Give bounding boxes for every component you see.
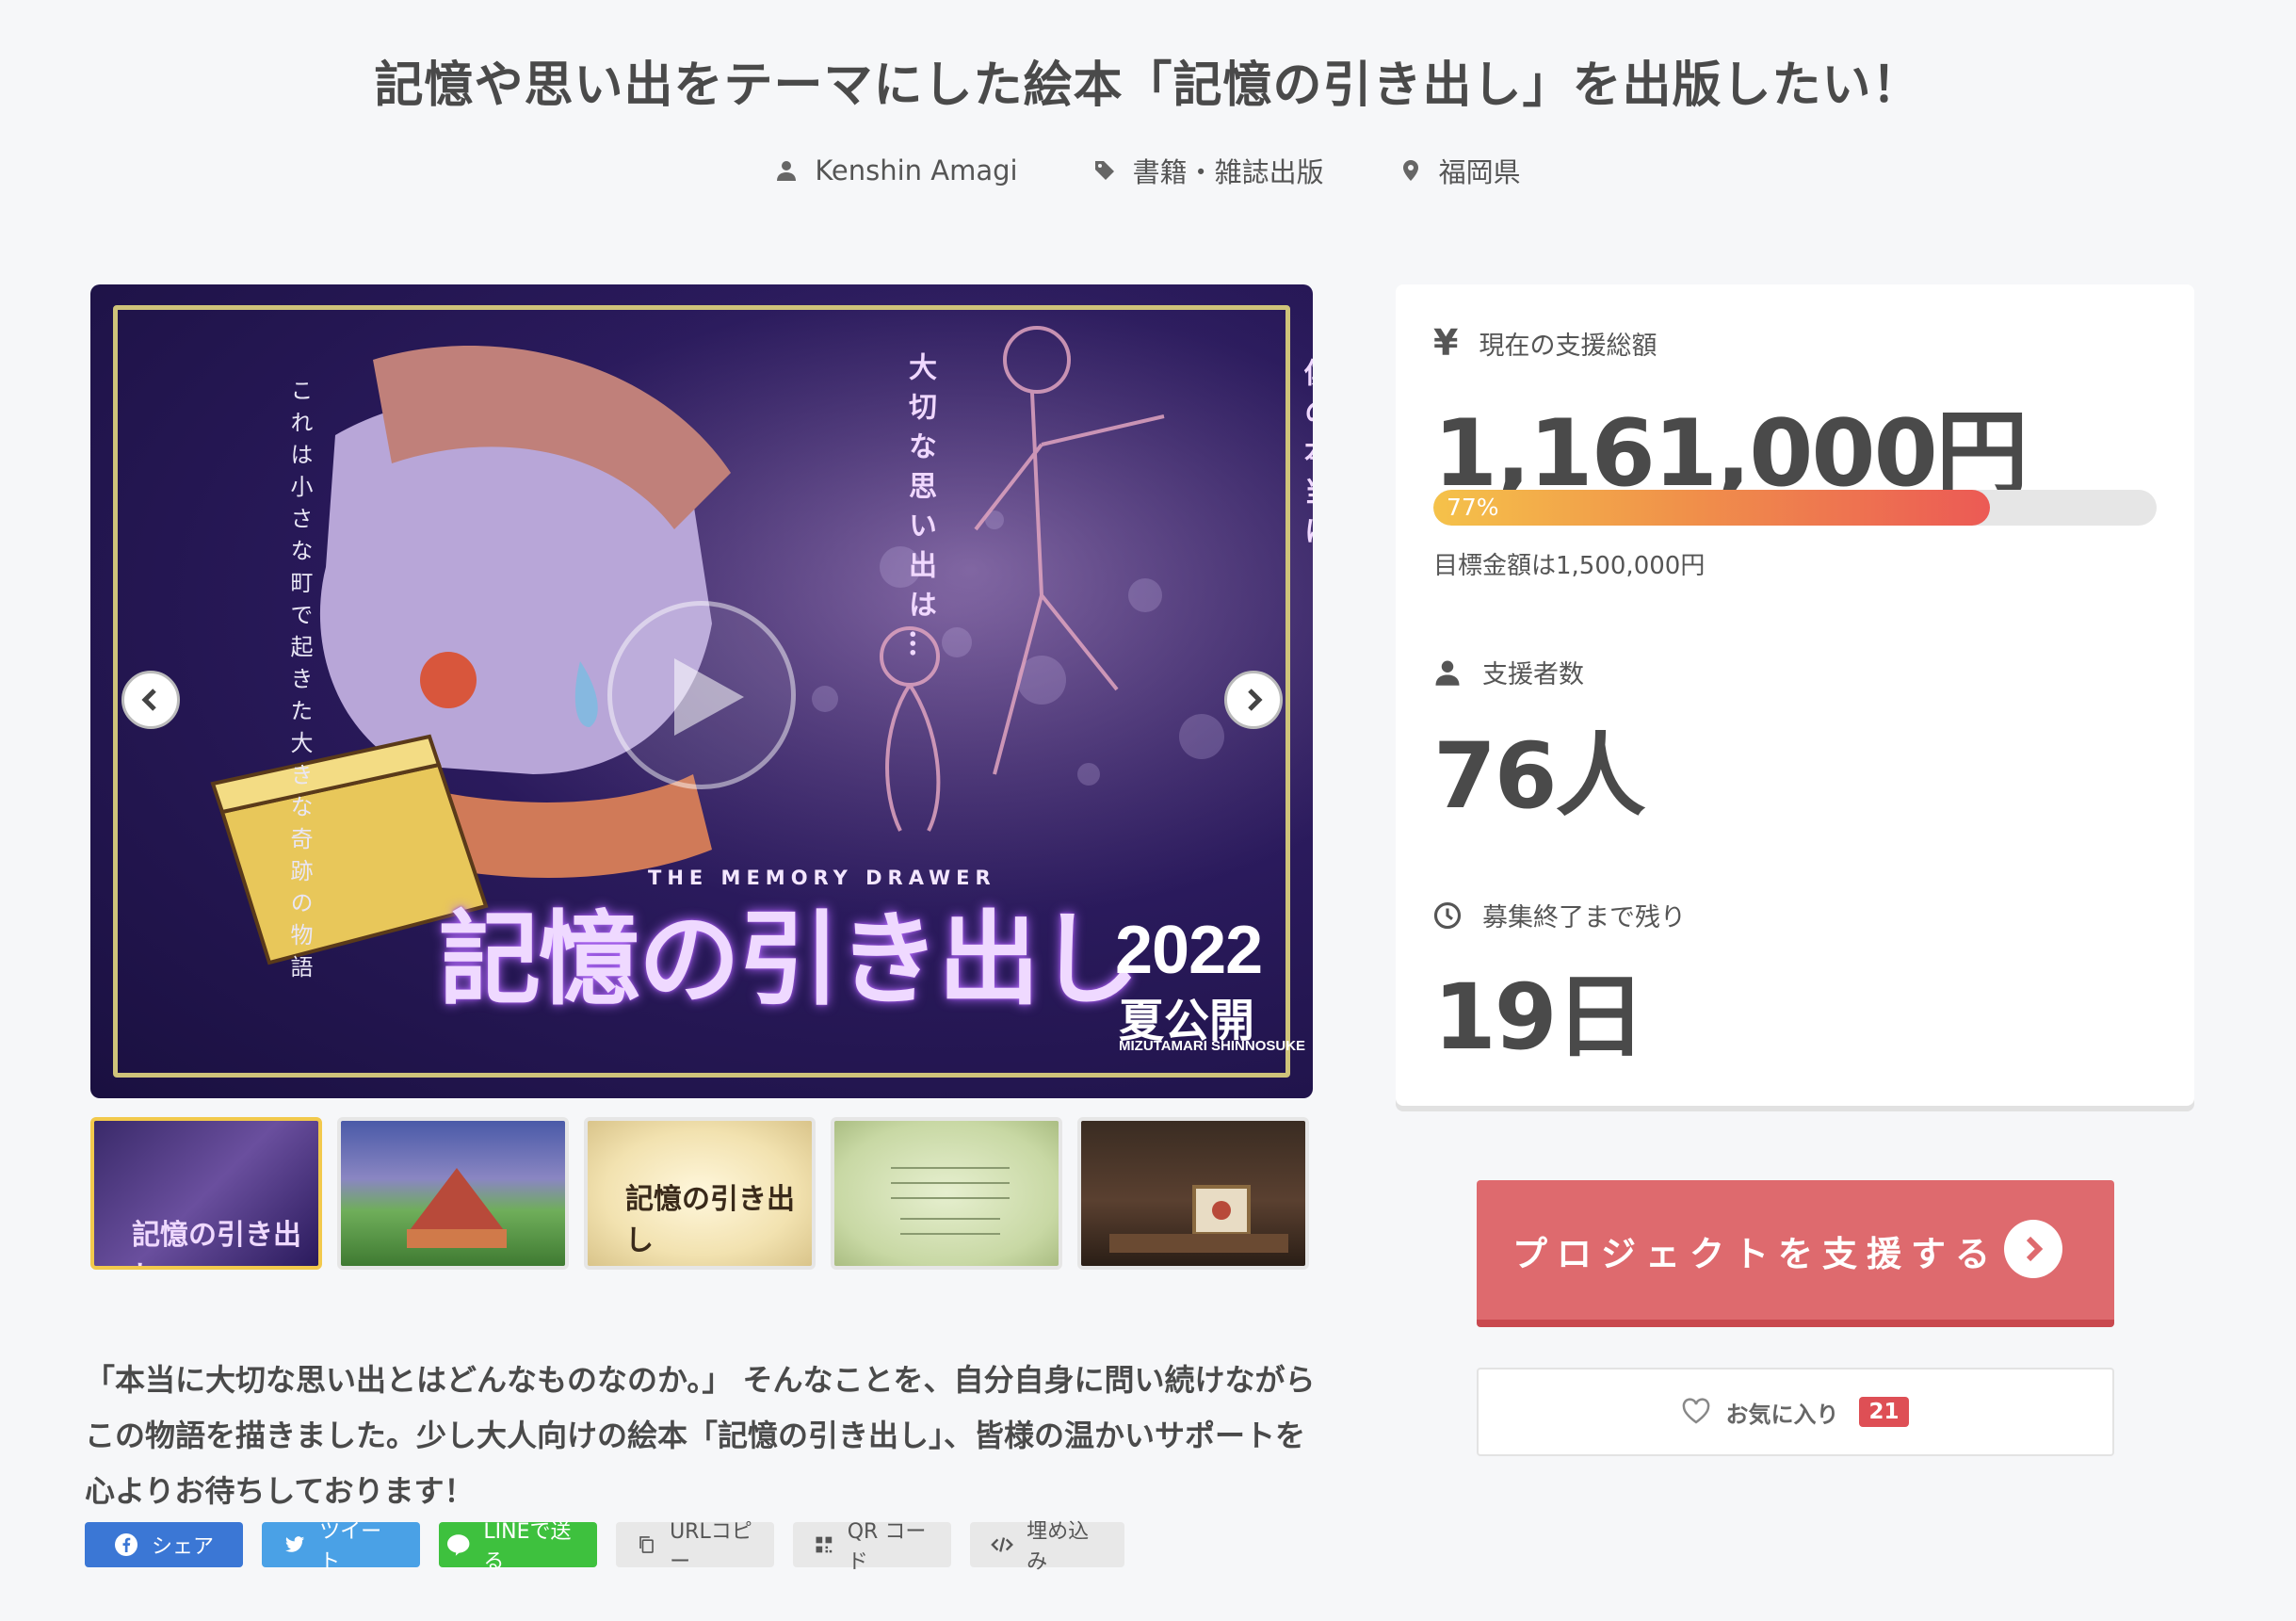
support-project-button[interactable]: プロジェクトを支援する bbox=[1477, 1180, 2114, 1327]
code-icon bbox=[991, 1537, 1013, 1552]
supporters-label-row: 支援者数 bbox=[1433, 654, 1584, 690]
embed-label: 埋め込み bbox=[1027, 1520, 1090, 1574]
progress-percent: 77% bbox=[1447, 494, 1499, 521]
favorite-button[interactable]: お気に入り 21 bbox=[1477, 1368, 2114, 1456]
owner-link[interactable]: Kenshin Amagi bbox=[775, 151, 1018, 190]
facebook-icon bbox=[114, 1533, 137, 1556]
chevron-right-icon bbox=[1248, 689, 1263, 711]
url-copy-label: URLコピー bbox=[670, 1520, 752, 1574]
clock-icon bbox=[1433, 901, 1462, 929]
line-share-button[interactable]: LINEで送る bbox=[439, 1520, 597, 1574]
location-link[interactable]: 福岡県 bbox=[1399, 151, 1521, 190]
chevron-left-icon bbox=[141, 689, 156, 711]
framed-picture-image bbox=[1109, 1185, 1288, 1253]
project-description: 「本当に大切な思い出とはどんなものなのか。」 そんなことを、自分自身に問い続けな… bbox=[85, 1362, 1316, 1509]
remaining-label: 募集終了まで残り bbox=[1482, 903, 1686, 932]
user-icon bbox=[777, 161, 797, 181]
url-copy-button[interactable]: URLコピー bbox=[616, 1520, 774, 1574]
thumbnail-1[interactable]: 記憶の引き出し bbox=[90, 1117, 322, 1270]
twitter-share-label: ツイート bbox=[319, 1520, 382, 1574]
category-name: 書籍・雑誌出版 bbox=[1132, 156, 1324, 188]
hero-vertical-left: これは小さな町で起きた大きな奇跡の物語 bbox=[286, 379, 313, 987]
location-name: 福岡県 bbox=[1438, 156, 1521, 188]
funding-stats-panel: ¥ 現在の支援総額 1,161,000円 77% 目標金額は1,500,000円… bbox=[1396, 284, 2194, 1106]
line-share-label: LINEで送る bbox=[483, 1520, 572, 1574]
twitter-icon bbox=[284, 1536, 305, 1552]
hero-author: MIZUTAMARI SHINNOSUKE bbox=[1119, 1038, 1306, 1054]
letter-image bbox=[891, 1167, 1010, 1235]
supporters-count: 76人 bbox=[1433, 723, 1646, 829]
hero-video[interactable]: これは小さな町で起きた大きな奇跡の物語 大切な思い出は… 僕の本当に THE M… bbox=[90, 284, 1313, 1098]
hero-vertical-center: 大切な思い出は… bbox=[903, 352, 936, 669]
hero-year: 2022 bbox=[1115, 913, 1263, 988]
favorite-label: お気に入り bbox=[1725, 1401, 1839, 1428]
hero-vertical-right: 僕の本当に bbox=[1299, 358, 1313, 556]
copy-icon bbox=[639, 1536, 654, 1553]
circus-tent-image bbox=[407, 1168, 507, 1248]
facebook-share-label: シェア bbox=[151, 1535, 214, 1559]
thumbnail-5[interactable] bbox=[1077, 1117, 1309, 1270]
tag-icon bbox=[1094, 161, 1114, 180]
share-buttons: シェア ツイート LINEで送る URLコピー QR コード 埋め込み bbox=[85, 1520, 1124, 1574]
hero-logo: 記憶の引き出し bbox=[439, 900, 1140, 1019]
thumbnail-strip: 記憶の引き出し 記憶の引き出し bbox=[90, 1117, 1309, 1270]
play-button[interactable] bbox=[607, 601, 796, 789]
facebook-share-button[interactable]: シェア bbox=[85, 1522, 243, 1567]
thumbnail-logo-2: 記憶の引き出し bbox=[625, 1183, 795, 1257]
play-icon bbox=[674, 658, 744, 736]
favorite-count-badge: 21 bbox=[1859, 1397, 1909, 1427]
qr-code-label: QR コード bbox=[847, 1520, 927, 1574]
remaining-days: 19日 bbox=[1433, 964, 1646, 1070]
embed-button[interactable]: 埋め込み bbox=[970, 1520, 1124, 1574]
line-icon bbox=[446, 1534, 470, 1556]
chevron-right-circle-icon bbox=[2004, 1220, 2062, 1278]
yen-icon: ¥ bbox=[1433, 322, 1459, 364]
qr-code-button[interactable]: QR コード bbox=[793, 1520, 951, 1574]
funding-progress-bar: 77% bbox=[1433, 490, 2157, 526]
thumbnail-4[interactable] bbox=[831, 1117, 1062, 1270]
goal-amount: 目標金額は1,500,000円 bbox=[1433, 552, 1706, 580]
owner-name: Kenshin Amagi bbox=[815, 154, 1018, 186]
qr-code-icon bbox=[816, 1536, 833, 1553]
thumbnail-2[interactable] bbox=[337, 1117, 569, 1270]
prev-slide-button[interactable] bbox=[121, 671, 180, 729]
thumbnail-logo: 記憶の引き出し bbox=[132, 1219, 301, 1266]
twitter-share-button[interactable]: ツイート bbox=[262, 1520, 420, 1574]
progress-fill bbox=[1433, 490, 1991, 526]
supporters-label: 支援者数 bbox=[1482, 660, 1584, 689]
thumbnail-3[interactable]: 記憶の引き出し bbox=[584, 1117, 816, 1270]
user-icon bbox=[1435, 660, 1460, 686]
map-pin-icon bbox=[1402, 160, 1418, 181]
remaining-label-row: 募集終了まで残り bbox=[1433, 897, 1686, 933]
category-link[interactable]: 書籍・雑誌出版 bbox=[1093, 151, 1324, 190]
support-project-label: プロジェクトを支援する bbox=[1512, 1234, 1999, 1274]
page-title: 記憶や思い出をテーマにした絵本「記憶の引き出し」を出版したい！ bbox=[374, 57, 1922, 114]
next-slide-button[interactable] bbox=[1224, 671, 1283, 729]
project-meta: Kenshin Amagi 書籍・雑誌出版 福岡県 bbox=[0, 151, 2296, 190]
heart-icon bbox=[1683, 1398, 1710, 1424]
amount-label: 現在の支援総額 bbox=[1479, 331, 1657, 361]
amount-label-row: ¥ 現在の支援総額 bbox=[1433, 322, 1657, 364]
